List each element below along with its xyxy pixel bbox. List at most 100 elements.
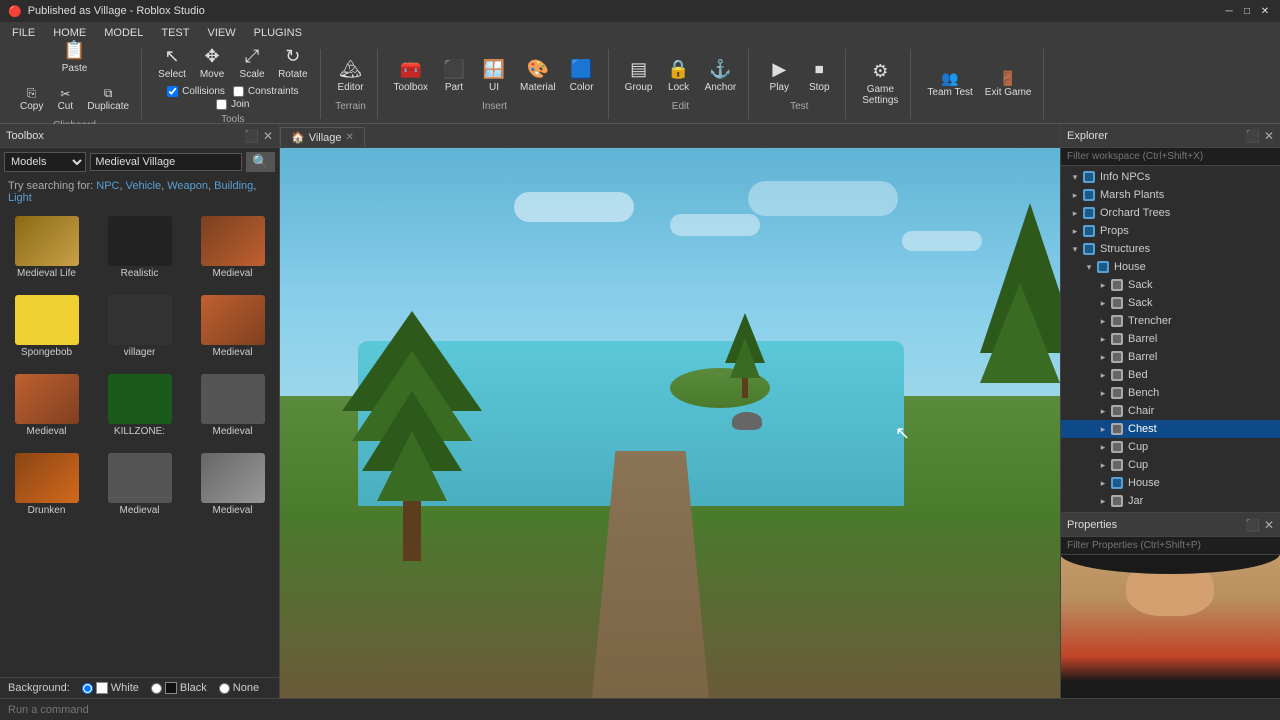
duplicate-button[interactable]: ⧉ Duplicate [83,82,133,116]
tree-arrow-8[interactable]: ▸ [1097,316,1109,327]
toolbox-expand-icon[interactable]: ⬛ [244,129,259,143]
toolbox-item-5[interactable]: Medieval [190,291,275,362]
village-tab[interactable]: 🏠 Village ✕ [280,127,365,147]
tree-arrow-13[interactable]: ▸ [1097,406,1109,417]
tree-item-8[interactable]: ▸ Trencher [1061,312,1280,330]
tree-arrow-16[interactable]: ▸ [1097,460,1109,471]
properties-close-button[interactable]: ✕ [1264,518,1274,532]
bg-none-option[interactable]: None [219,682,259,694]
tree-arrow-12[interactable]: ▸ [1097,388,1109,399]
toolbox-item-3[interactable]: Spongebob [4,291,89,362]
game-settings-button[interactable]: ⚙ Game Settings [858,57,902,110]
menu-model[interactable]: MODEL [96,25,151,41]
suggest-weapon[interactable]: Weapon [167,180,208,192]
tree-item-15[interactable]: ▸ Cup [1061,438,1280,456]
toolbox-search-input[interactable] [90,153,242,171]
viewport[interactable]: ↖ [280,148,1060,698]
tree-item-17[interactable]: ▸ House [1061,474,1280,492]
toolbox-item-1[interactable]: Realistic [97,212,182,283]
explorer-close-button[interactable]: ✕ [1264,129,1274,143]
select-button[interactable]: ↖ Select [154,42,190,84]
toolbox-item-8[interactable]: Medieval [190,370,275,441]
tree-item-13[interactable]: ▸ Chair [1061,402,1280,420]
tree-item-4[interactable]: ▾ Structures [1061,240,1280,258]
tree-arrow-1[interactable]: ▸ [1069,190,1081,201]
scale-button[interactable]: ⤢ Scale [234,42,270,84]
toolbox-item-0[interactable]: Medieval Life [4,212,89,283]
paste-button[interactable]: 📋 Paste [57,36,93,78]
close-button[interactable]: ✕ [1258,4,1272,18]
toolbox-item-4[interactable]: villager [97,291,182,362]
tree-item-10[interactable]: ▸ Barrel [1061,348,1280,366]
tree-arrow-14[interactable]: ▸ [1097,424,1109,435]
tree-item-0[interactable]: ▾ Info NPCs [1061,168,1280,186]
tree-arrow-18[interactable]: ▸ [1097,496,1109,507]
anchor-button[interactable]: ⚓ Anchor [701,55,741,97]
explorer-expand-icon[interactable]: ⬛ [1245,129,1260,143]
tree-arrow-3[interactable]: ▸ [1069,226,1081,237]
toolbox-category-select[interactable]: Models Decals Audio Meshes Plugins [4,152,86,172]
suggest-light[interactable]: Light [8,192,32,204]
toolbox-button[interactable]: 🧰 Toolbox [390,55,432,97]
play-button[interactable]: ▶ Play [761,55,797,97]
explorer-search-input[interactable] [1061,148,1280,166]
constraints-checkbox[interactable]: Constraints [233,86,299,97]
village-tab-close[interactable]: ✕ [346,132,354,143]
lock-button[interactable]: 🔒 Lock [661,55,697,97]
tree-item-18[interactable]: ▸ Jar [1061,492,1280,510]
tree-arrow-5[interactable]: ▾ [1083,262,1095,273]
tree-arrow-17[interactable]: ▸ [1097,478,1109,489]
tree-item-2[interactable]: ▸ Orchard Trees [1061,204,1280,222]
tree-arrow-10[interactable]: ▸ [1097,352,1109,363]
tree-arrow-2[interactable]: ▸ [1069,208,1081,219]
bg-black-option[interactable]: Black [151,682,207,694]
tree-arrow-7[interactable]: ▸ [1097,298,1109,309]
toolbox-item-7[interactable]: KILLZONE: [97,370,182,441]
tree-arrow-9[interactable]: ▸ [1097,334,1109,345]
toolbox-item-9[interactable]: Drunken [4,449,89,520]
menu-test[interactable]: TEST [153,25,197,41]
move-button[interactable]: ✥ Move [194,42,230,84]
tree-item-5[interactable]: ▾ House [1061,258,1280,276]
copy-button[interactable]: ⎘ Copy [16,82,47,116]
toolbox-item-6[interactable]: Medieval [4,370,89,441]
terrain-editor-button[interactable]: 🏔 Editor [333,55,369,97]
tree-arrow-11[interactable]: ▸ [1097,370,1109,381]
tree-arrow-4[interactable]: ▾ [1069,244,1081,255]
material-button[interactable]: 🎨 Material [516,55,560,97]
menu-plugins[interactable]: PLUGINS [246,25,310,41]
bg-white-option[interactable]: White [82,682,139,694]
color-button[interactable]: 🟦 Color [564,55,600,97]
toolbox-close-button[interactable]: ✕ [263,129,273,143]
tree-arrow-15[interactable]: ▸ [1097,442,1109,453]
maximize-button[interactable]: □ [1240,4,1254,18]
part-button[interactable]: ⬛ Part [436,55,472,97]
suggest-vehicle[interactable]: Vehicle [126,180,161,192]
minimize-button[interactable]: ─ [1222,4,1236,18]
collisions-checkbox[interactable]: Collisions [167,86,225,97]
suggest-building[interactable]: Building [214,180,253,192]
tree-item-6[interactable]: ▸ Sack [1061,276,1280,294]
team-test-button[interactable]: 👥 Team Test [923,66,976,102]
suggest-npc[interactable]: NPC [96,180,119,192]
properties-expand-icon[interactable]: ⬛ [1245,518,1260,532]
ui-button[interactable]: 🪟 UI [476,55,512,97]
menu-view[interactable]: VIEW [199,25,243,41]
tree-item-9[interactable]: ▸ Barrel [1061,330,1280,348]
tree-arrow-0[interactable]: ▾ [1069,172,1081,183]
cut-button[interactable]: ✂ Cut [51,83,79,116]
toolbox-item-10[interactable]: Medieval [97,449,182,520]
menu-file[interactable]: FILE [4,25,43,41]
stop-button[interactable]: ⏹ Stop [801,55,837,97]
command-input[interactable] [8,704,1272,716]
tree-item-11[interactable]: ▸ Bed [1061,366,1280,384]
properties-search-input[interactable] [1061,537,1280,555]
tree-arrow-6[interactable]: ▸ [1097,280,1109,291]
toolbox-item-2[interactable]: Medieval [190,212,275,283]
join-checkbox[interactable]: Join [216,99,249,110]
rotate-button[interactable]: ↻ Rotate [274,42,311,84]
tree-item-7[interactable]: ▸ Sack [1061,294,1280,312]
group-button[interactable]: ▤ Group [621,55,657,97]
tree-item-12[interactable]: ▸ Bench [1061,384,1280,402]
exit-game-button[interactable]: 🚪 Exit Game [981,66,1036,102]
